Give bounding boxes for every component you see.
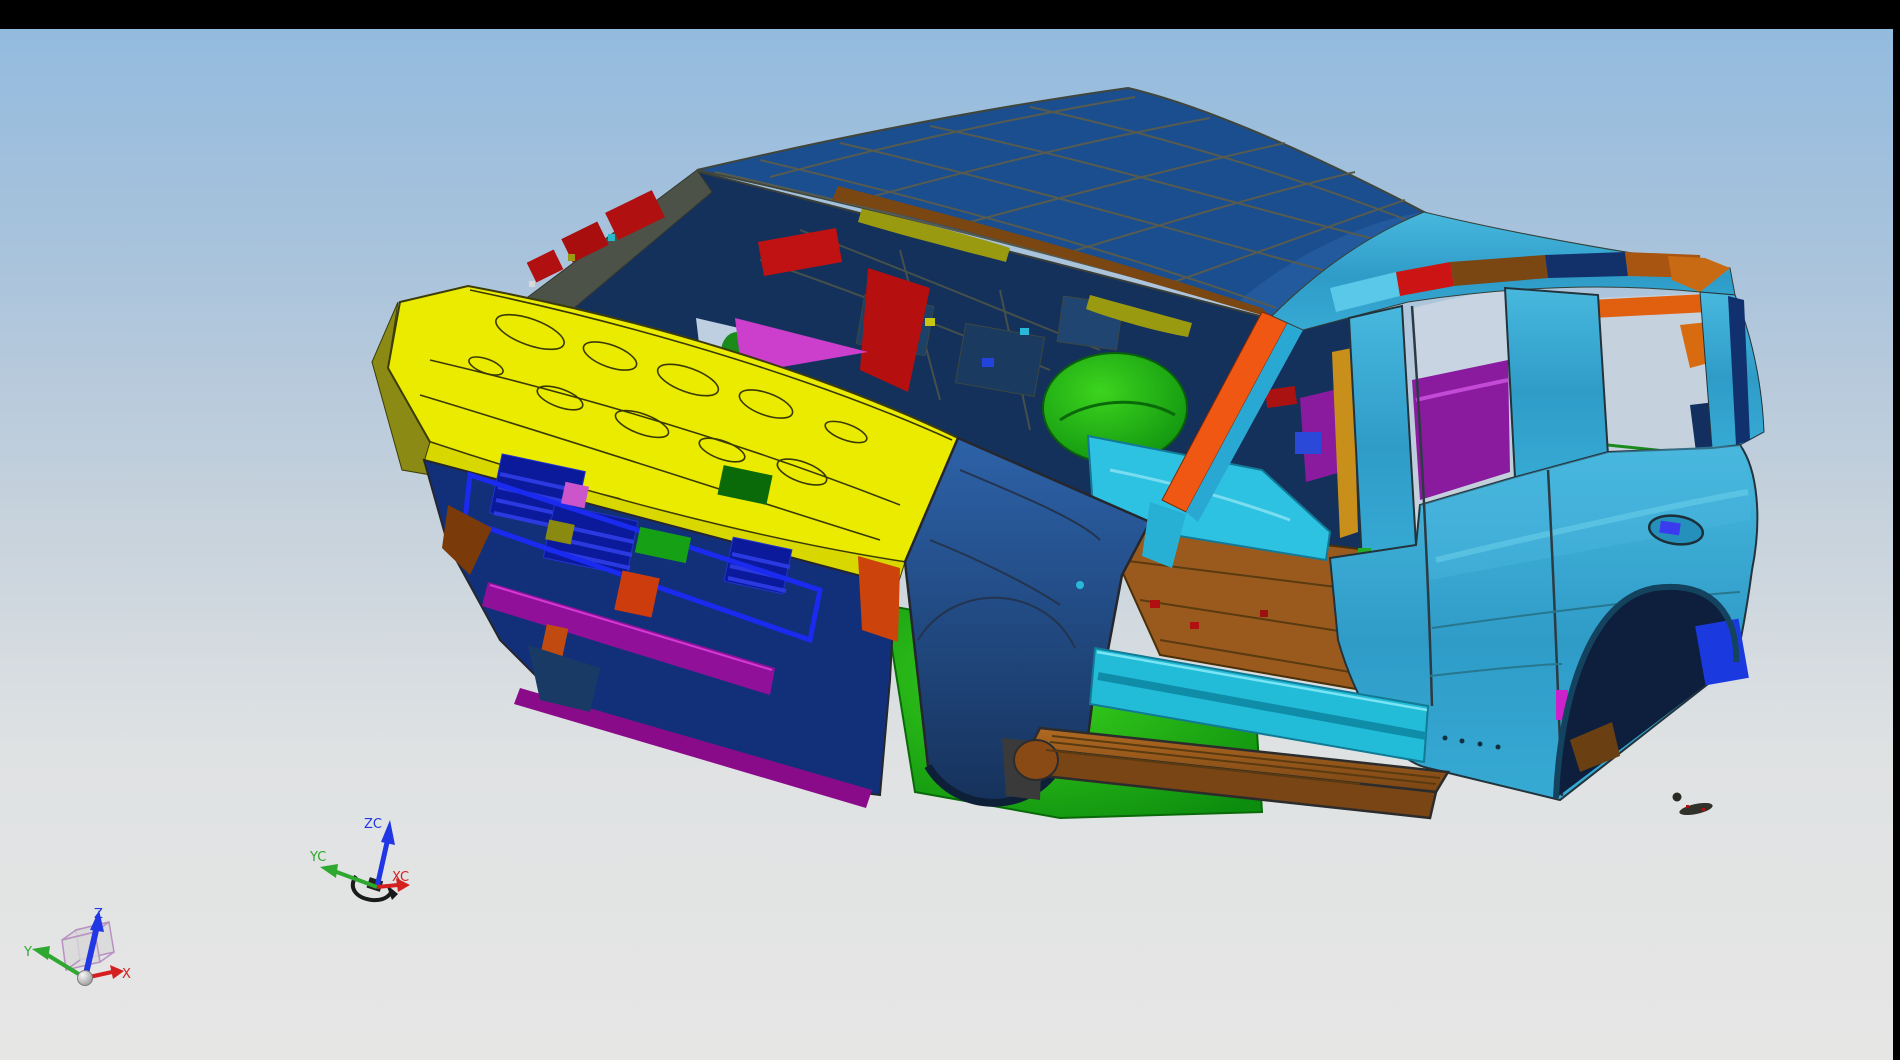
wcs-x-label: XC — [392, 870, 409, 885]
floor-red-clip — [1150, 600, 1160, 608]
abs-y-arrowhead — [32, 946, 50, 960]
wcs-z-label: ZC — [364, 817, 382, 832]
orange-bracket — [614, 570, 659, 617]
wcs-z-arrowhead — [381, 820, 395, 845]
cyan-clip — [1020, 328, 1029, 335]
floor-red-clip — [1260, 610, 1268, 617]
abs-triad: Z Y X — [23, 907, 131, 986]
abs-z-label: Z — [94, 907, 103, 922]
small-part-dot[interactable] — [1673, 793, 1682, 802]
wcs-triad[interactable]: ZC YC XC — [309, 817, 410, 900]
graphics-viewport[interactable]: ZC YC XC Z — [0, 29, 1893, 1060]
loose-parts[interactable] — [1673, 793, 1714, 818]
running-board-end-cap — [1014, 740, 1058, 780]
wcs-z-axis[interactable] — [377, 838, 388, 887]
top-black-bar — [0, 0, 1900, 29]
inner-blue-part — [1295, 432, 1321, 454]
right-black-bar[interactable] — [1893, 0, 1900, 1060]
cad-application-window: ZC YC XC Z — [0, 0, 1900, 1060]
pillar-cyan-clip — [608, 234, 615, 241]
orange-side-strip — [858, 556, 900, 642]
small-part-sliver[interactable] — [1678, 801, 1713, 818]
debris-red-speck — [1686, 805, 1689, 808]
pillar-silver-clip — [529, 281, 535, 287]
wcs-y-label: YC — [309, 850, 326, 865]
wcs-x-axis[interactable] — [377, 885, 398, 887]
pillar-olive-clip — [568, 254, 575, 261]
blue-clip — [982, 358, 994, 367]
debris-red-speck — [1702, 808, 1705, 811]
model-canvas[interactable]: ZC YC XC Z — [0, 29, 1893, 1060]
rail-navy-segment — [1545, 252, 1628, 278]
abs-origin-sphere — [78, 971, 93, 986]
yellow-clip — [925, 318, 935, 326]
wcs-y-arrowhead — [320, 864, 338, 878]
floor-red-clip — [1190, 622, 1199, 629]
abs-y-label: Y — [23, 945, 32, 960]
fender-hole — [1076, 581, 1084, 589]
b-pillar[interactable] — [1349, 306, 1416, 562]
abs-x-label: X — [122, 967, 131, 982]
c-pillar[interactable] — [1505, 288, 1608, 478]
